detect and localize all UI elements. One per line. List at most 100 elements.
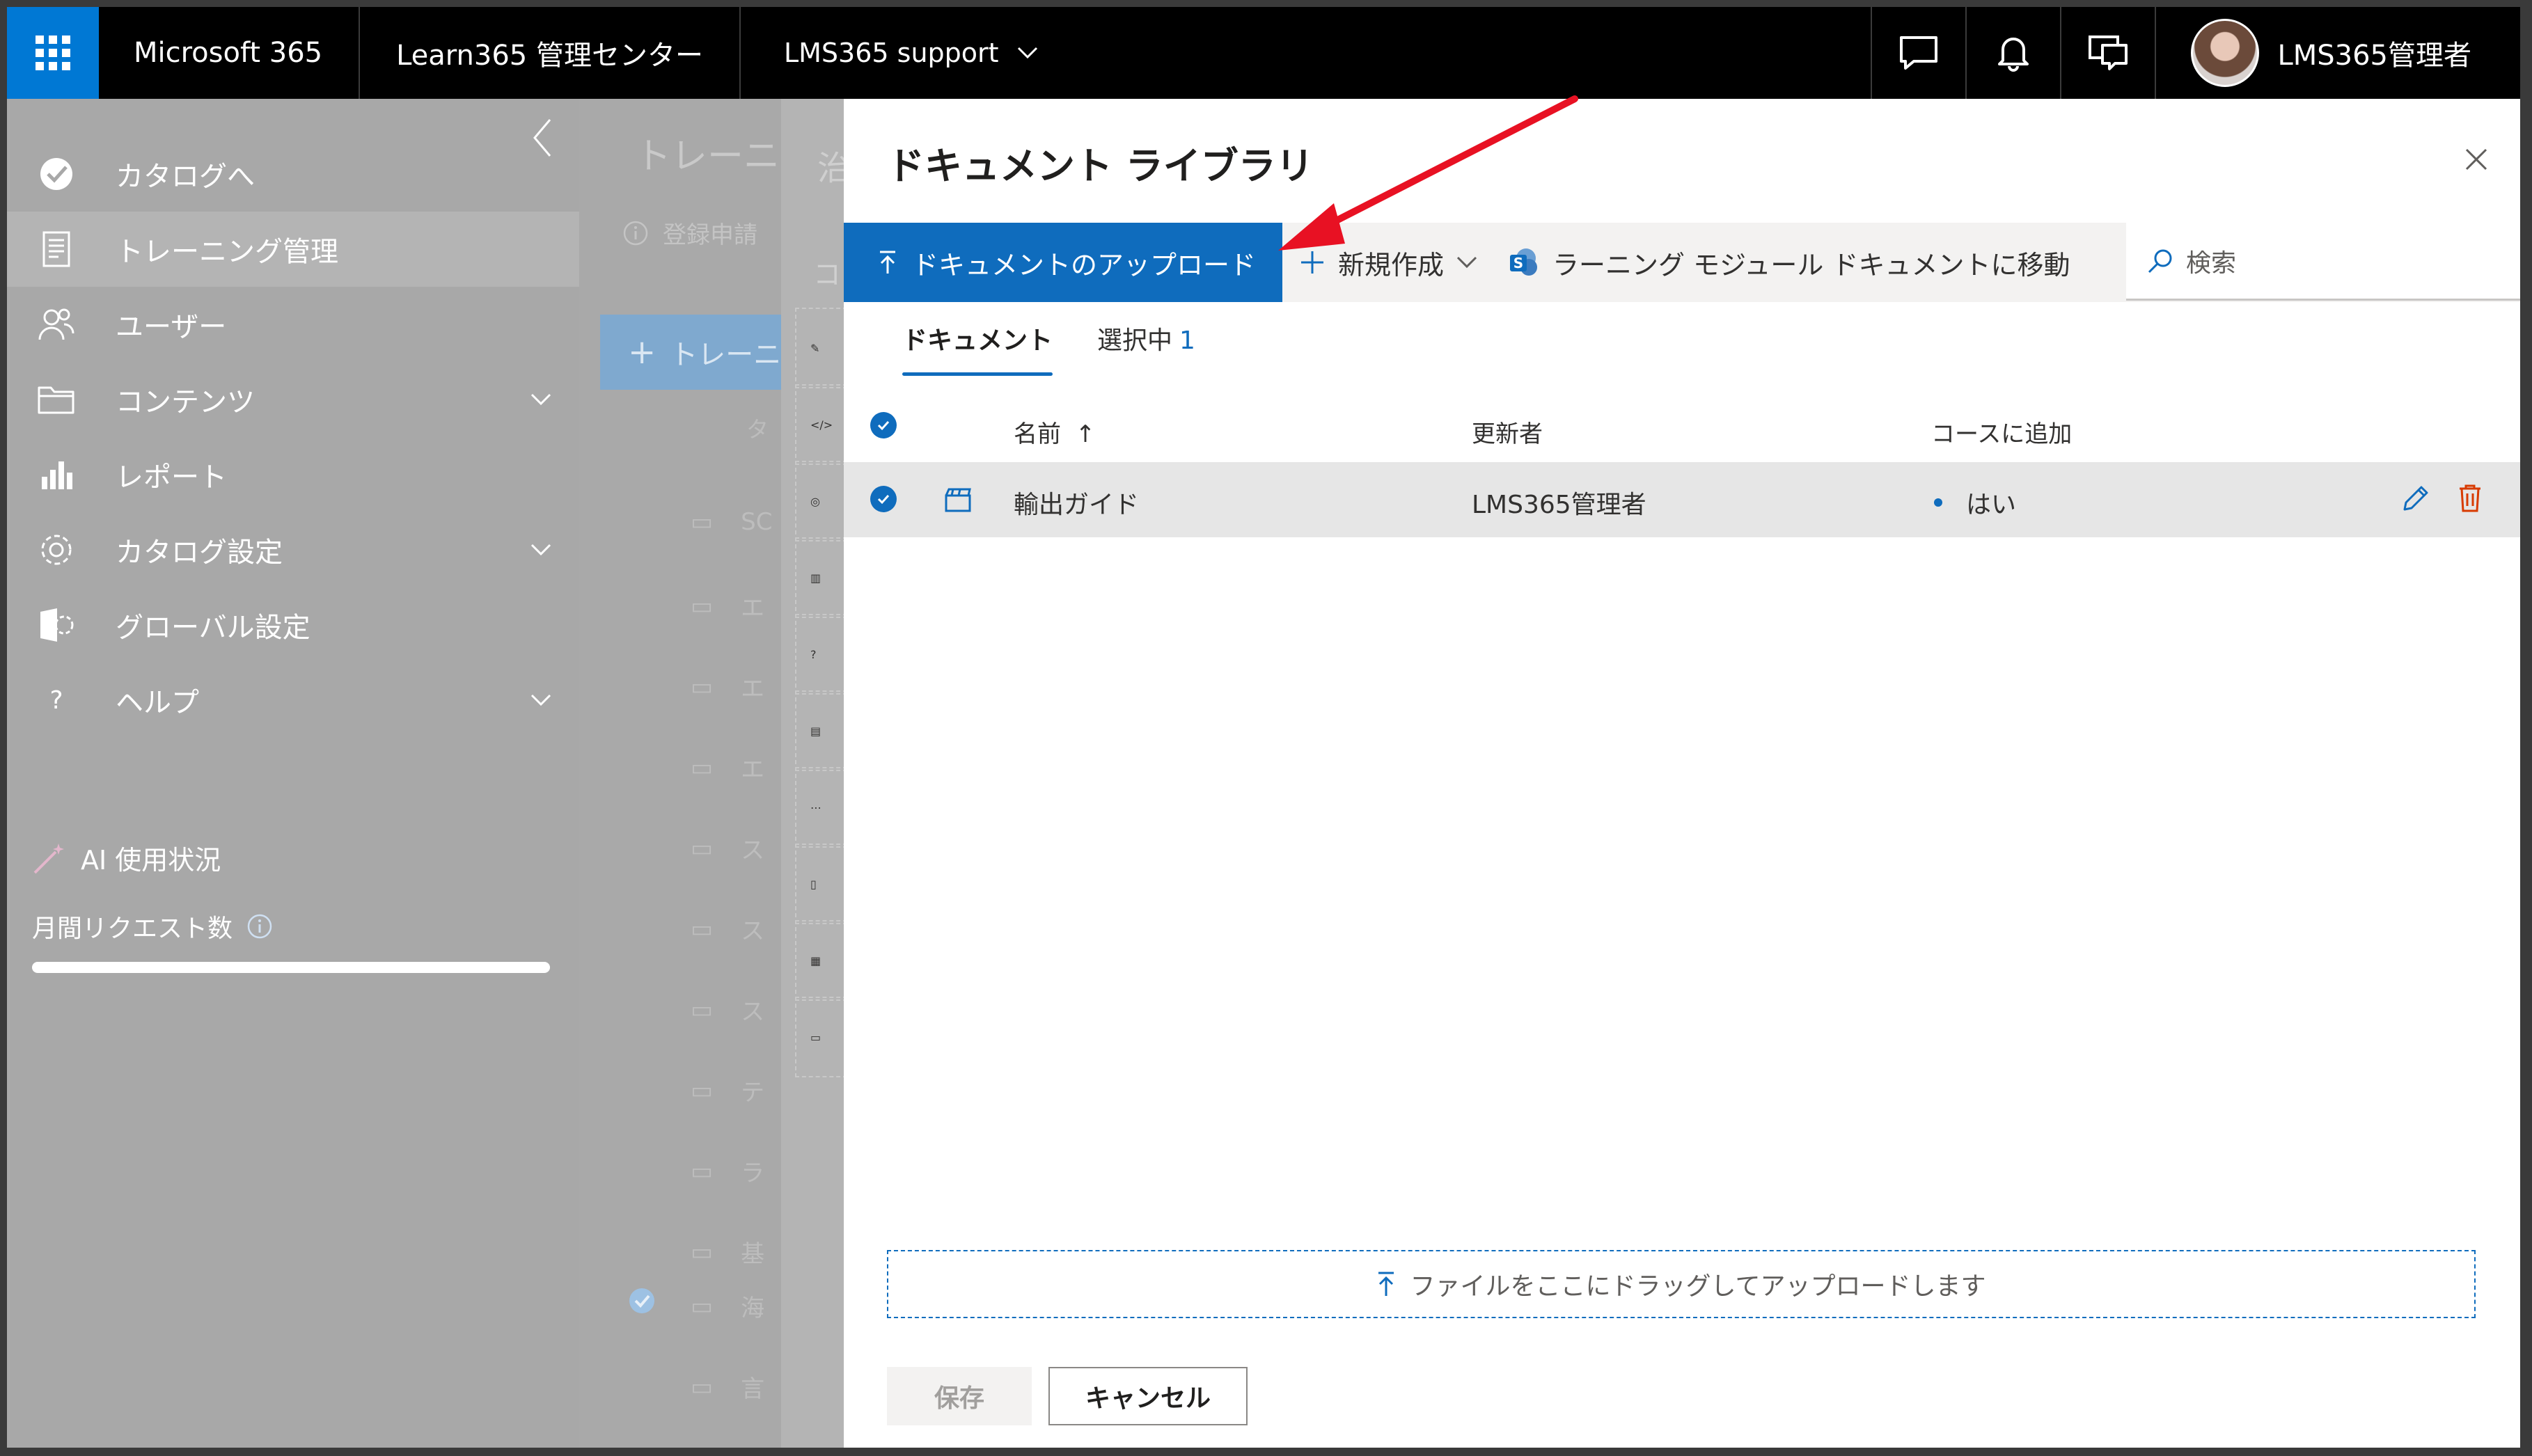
document-library-dialog: ドキュメント ライブラリ ドキュメントのアップロード 新規作成 S ラーニング … [844,99,2520,1448]
list-item[interactable]: ▭ SC [691,508,772,536]
monitor-icon: ▭ [691,915,714,943]
brand-title[interactable]: Microsoft 365 [99,7,361,99]
top-bar: Microsoft 365 Learn365 管理センター LMS365 sup… [7,7,2520,99]
tab-selected[interactable]: 選択中 1 [1097,320,1195,376]
search-input[interactable]: 検索 [2126,223,2520,301]
nav-label: コンテンツ [116,386,255,418]
svg-text:S: S [1513,255,1523,271]
select-all-checkbox[interactable] [870,412,897,438]
document-icon[interactable]: ▯ [795,844,844,924]
dialog-title: ドキュメント ライブラリ [887,144,1314,188]
nav-item-content[interactable]: コンテンツ [7,362,579,437]
delete-button[interactable] [2458,483,2483,520]
move-to-learning-module-button[interactable]: S ラーニング モジュール ドキュメントに移動 [1508,244,2070,282]
training-doc-icon [42,231,70,267]
nav-label: ユーザー [116,311,227,343]
feedback-button[interactable] [1871,7,1965,99]
column-header: タ [746,416,769,443]
column-added-to-course[interactable]: コースに追加 [1931,415,2072,449]
list-item[interactable]: ▭ 基 [691,1235,764,1269]
upload-document-button[interactable]: ドキュメントのアップロード [844,223,1282,302]
help-icon: ? [49,686,63,715]
chevron-down-icon [1456,256,1477,269]
list-item[interactable]: ▭ ス [691,992,764,1027]
chevron-down-icon[interactable] [530,694,551,706]
whats-new-button[interactable] [2060,7,2155,99]
list-item[interactable]: ▭ ス [691,831,764,865]
nav-label: トレーニング管理 [116,236,338,268]
plus-icon: + [628,333,656,372]
sharepoint-icon: S [1510,248,1538,276]
monthly-requests-label: 月間リクエスト数 [32,908,273,944]
question-icon[interactable]: ? [795,614,844,695]
save-button[interactable]: 保存 [887,1367,1032,1425]
nav-label: ヘルプ [116,687,199,719]
list-item[interactable]: ▭ テ [691,1073,764,1107]
more-icon[interactable]: ⋯ [795,767,844,848]
bell-icon [1998,38,2029,72]
left-navigation: カタログへ トレーニング管理 ユーザー コンテンツ レポート カタログ設定 グロ… [7,99,579,1448]
nav-item-training[interactable]: トレーニング管理 [7,212,579,287]
monitor-icon: ▭ [691,1157,714,1185]
catalog-check-icon [40,158,72,190]
document-name[interactable]: 輸出ガイド [1014,484,1139,521]
close-icon[interactable] [2464,148,2488,171]
chevron-down-icon[interactable] [530,544,551,556]
monitor-icon: ▭ [691,508,714,536]
nav-item-global-settings[interactable]: グローバル設定 [7,587,579,663]
video-file-icon [944,486,972,520]
list-item[interactable]: ▭ ス [691,912,764,946]
table-row[interactable]: 輸出ガイド LMS365管理者 はい [844,462,2520,537]
module-icon[interactable]: ▤ [795,690,844,771]
notifications-button[interactable] [1965,7,2060,99]
list-item[interactable]: ▭ ラ [691,1154,764,1188]
column-name[interactable]: 名前 ↑ [1014,415,1095,449]
list-item[interactable]: ▭ 言 [691,1370,764,1404]
document-added-status: はい [1934,484,2016,521]
nav-label: レポート [116,461,227,493]
new-training-button[interactable]: + トレーニ [600,315,781,390]
selected-count: 1 [1179,326,1195,355]
list-item[interactable]: ▭ エ [691,589,764,623]
folder-search-icon[interactable]: ▭ [795,997,844,1077]
plus-icon [1301,251,1323,274]
tab-documents[interactable]: ドキュメント [902,320,1053,376]
check-circle-icon [629,1288,654,1313]
list-item[interactable]: ▭ エ [691,670,764,704]
upload-dropzone[interactable]: ファイルをここにドラッグしてアップロードします [887,1250,2476,1318]
nav-item-catalog-settings[interactable]: カタログ設定 [7,512,579,587]
library-icon[interactable]: ▥ [795,537,844,618]
list-item[interactable]: ▭ エ [691,750,764,784]
monitor-icon: ▭ [691,672,714,701]
page-title: トレーニ [635,136,780,177]
app-title[interactable]: Learn365 管理センター [360,7,741,99]
quiz-icon[interactable]: ◎ [795,461,844,541]
folder-icon: ▭ [691,592,714,620]
nav-label: カタログ設定 [116,537,283,569]
new-button[interactable]: 新規作成 [1299,244,1477,282]
edit-button[interactable] [2400,483,2431,520]
cancel-button[interactable]: キャンセル [1048,1367,1248,1425]
nav-item-reports[interactable]: レポート [7,437,579,512]
chevron-down-icon[interactable] [530,393,551,406]
nav-item-users[interactable]: ユーザー [7,287,579,362]
column-modified-by[interactable]: 更新者 [1472,415,1543,449]
nav-item-help[interactable]: ? ヘルプ [7,663,579,738]
org-switcher[interactable]: LMS365 support [741,7,1038,99]
code-icon[interactable]: </> [795,384,844,465]
monitor-icon: ▭ [691,1292,714,1320]
users-icon [38,308,74,340]
pencil-icon [2403,486,2428,511]
chevron-down-icon [1017,47,1037,59]
command-bar: ドキュメントのアップロード 新規作成 S ラーニング モジュール ドキュメントに… [844,223,2520,302]
app-launcher-button[interactable] [7,7,99,99]
nav-item-catalog[interactable]: カタログへ [7,136,579,212]
row-checkbox[interactable] [870,486,897,512]
info-icon[interactable] [246,913,273,940]
classroom-icon: ▭ [691,1076,714,1105]
module-edit-icon[interactable]: ✎ [795,308,844,388]
user-menu[interactable]: LMS365管理者 [2155,7,2520,99]
list-item[interactable]: ▭ 海 [691,1289,764,1323]
org-name: LMS365 support [783,38,999,68]
grid-icon[interactable]: ▦ [795,920,844,1001]
